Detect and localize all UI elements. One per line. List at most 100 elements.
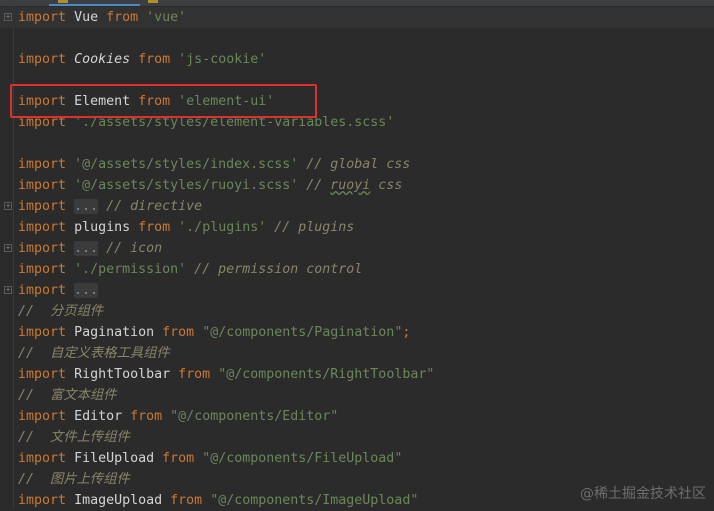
code-token-kw: import	[18, 325, 67, 340]
code-token-sp	[130, 52, 138, 67]
folded-code-placeholder[interactable]: ...	[74, 241, 99, 256]
code-token-cmt: // plugins	[274, 220, 355, 235]
code-token-sp	[66, 262, 74, 277]
watermark: @稀土掘金技术社区	[580, 486, 706, 502]
code-token-cmtsq: ruoyi	[330, 178, 371, 193]
code-token-sp	[194, 451, 202, 466]
code-token-str: './plugins'	[178, 220, 267, 235]
code-token-sp	[66, 451, 74, 466]
code-token-sp	[98, 241, 106, 256]
js-file-icon	[148, 0, 158, 3]
code-token-kw: import	[18, 10, 67, 25]
code-line[interactable]: import Pagination from "@/components/Pag…	[0, 322, 714, 343]
code-token-sp	[154, 325, 162, 340]
code-token-cmt: // icon	[106, 241, 163, 256]
fold-toggle-icon[interactable]: +	[4, 202, 12, 210]
fold-toggle-icon[interactable]: +	[4, 286, 12, 294]
code-line[interactable]: // 文件上传组件	[0, 427, 714, 448]
code-token-kw: import	[18, 367, 67, 382]
code-token-sp	[170, 52, 178, 67]
fold-toggle-icon[interactable]: +	[4, 244, 12, 252]
code-token-str: 'vue'	[146, 10, 187, 25]
code-token-str: "@/components/ImageUpload"	[210, 493, 419, 508]
code-line[interactable]: import plugins from './plugins' // plugi…	[0, 217, 714, 238]
code-token-str: 'js-cookie'	[178, 52, 267, 67]
code-token-cmt: // directive	[106, 199, 203, 214]
folded-code-placeholder[interactable]: ...	[74, 283, 99, 298]
code-token-kw: import	[18, 283, 67, 298]
code-line[interactable]: import Cookies from 'js-cookie'	[0, 49, 714, 70]
code-line[interactable]: import FileUpload from "@/components/Fil…	[0, 448, 714, 469]
code-token-id: FileUpload	[74, 451, 155, 466]
code-token-sp	[66, 493, 74, 508]
code-token-id: Pagination	[74, 325, 155, 340]
code-line[interactable]: + import ...	[0, 280, 714, 301]
code-token-str: "@/components/RightToolbar"	[218, 367, 435, 382]
code-token-id: RightToolbar	[74, 367, 171, 382]
code-line[interactable]: import Editor from "@/components/Editor"	[0, 406, 714, 427]
code-token-sp	[194, 325, 202, 340]
code-token-sp	[98, 10, 106, 25]
code-line[interactable]: // 分页组件	[0, 301, 714, 322]
code-token-id: Vue	[74, 10, 99, 25]
code-token-kw: import	[18, 493, 67, 508]
editor-tab-bar[interactable]	[0, 0, 714, 6]
code-token-sp	[66, 241, 74, 256]
code-token-sp	[66, 409, 74, 424]
code-token-kw: import	[18, 157, 67, 172]
fold-toggle-icon[interactable]: +	[4, 13, 12, 21]
code-token-sp	[162, 493, 170, 508]
code-line[interactable]: + import Vue from 'vue'	[0, 7, 714, 28]
code-token-sp	[170, 220, 178, 235]
code-token-kw: import	[18, 220, 67, 235]
code-token-sp	[98, 199, 106, 214]
code-line[interactable]: import './permission' // permission cont…	[0, 259, 714, 280]
code-token-id: Editor	[74, 409, 123, 424]
code-token-sp	[66, 325, 74, 340]
active-tab-indicator	[49, 4, 140, 6]
code-line[interactable]: // 富文本组件	[0, 385, 714, 406]
code-token-idi: Cookies	[74, 52, 131, 67]
code-token-kw: from	[138, 52, 171, 67]
code-token-str: '@/assets/styles/ruoyi.scss'	[74, 178, 299, 193]
code-token-cmt: // global css	[306, 157, 411, 172]
code-token-cmt: //	[306, 178, 331, 193]
code-token-cmt: css	[370, 178, 403, 193]
code-token-cmt: // 图片上传组件	[18, 472, 130, 487]
code-token-sp	[202, 493, 210, 508]
code-token-sp	[170, 367, 178, 382]
code-token-kw: from	[178, 367, 211, 382]
code-line[interactable]	[0, 28, 714, 49]
code-token-cmt: // 分页组件	[18, 304, 104, 319]
code-line[interactable]: + import ... // directive	[0, 196, 714, 217]
code-token-str: "@/components/Pagination"	[202, 325, 403, 340]
code-token-sp	[66, 178, 74, 193]
code-token-sp	[66, 220, 74, 235]
code-line[interactable]: // 自定义表格工具组件	[0, 343, 714, 364]
code-token-sp	[66, 367, 74, 382]
code-token-sp	[66, 10, 74, 25]
code-token-sp	[186, 262, 194, 277]
code-line[interactable]: + import ... // icon	[0, 238, 714, 259]
code-token-punc: ;	[402, 325, 411, 340]
folded-code-placeholder[interactable]: ...	[74, 199, 99, 214]
code-token-kw: from	[162, 325, 195, 340]
code-token-cmt: // 文件上传组件	[18, 430, 130, 445]
code-token-cmt: // 自定义表格工具组件	[18, 346, 170, 361]
code-line[interactable]: import '@/assets/styles/ruoyi.scss' // r…	[0, 175, 714, 196]
code-token-kw: import	[18, 241, 67, 256]
code-token-kw: from	[106, 10, 139, 25]
code-token-kw: from	[162, 451, 195, 466]
code-token-id: ImageUpload	[74, 493, 163, 508]
code-token-sp	[210, 367, 218, 382]
code-token-kw: import	[18, 262, 67, 277]
code-line[interactable]: import RightToolbar from "@/components/R…	[0, 364, 714, 385]
code-line[interactable]: import '@/assets/styles/index.scss' // g…	[0, 154, 714, 175]
code-token-sp	[66, 199, 74, 214]
code-editor[interactable]: + import Vue from 'vue' import Cookies fr…	[0, 7, 714, 511]
code-token-sp	[138, 10, 146, 25]
code-line[interactable]	[0, 133, 714, 154]
code-token-str: '@/assets/styles/index.scss'	[74, 157, 299, 172]
code-token-kw: import	[18, 199, 67, 214]
code-token-str: "@/components/FileUpload"	[202, 451, 403, 466]
